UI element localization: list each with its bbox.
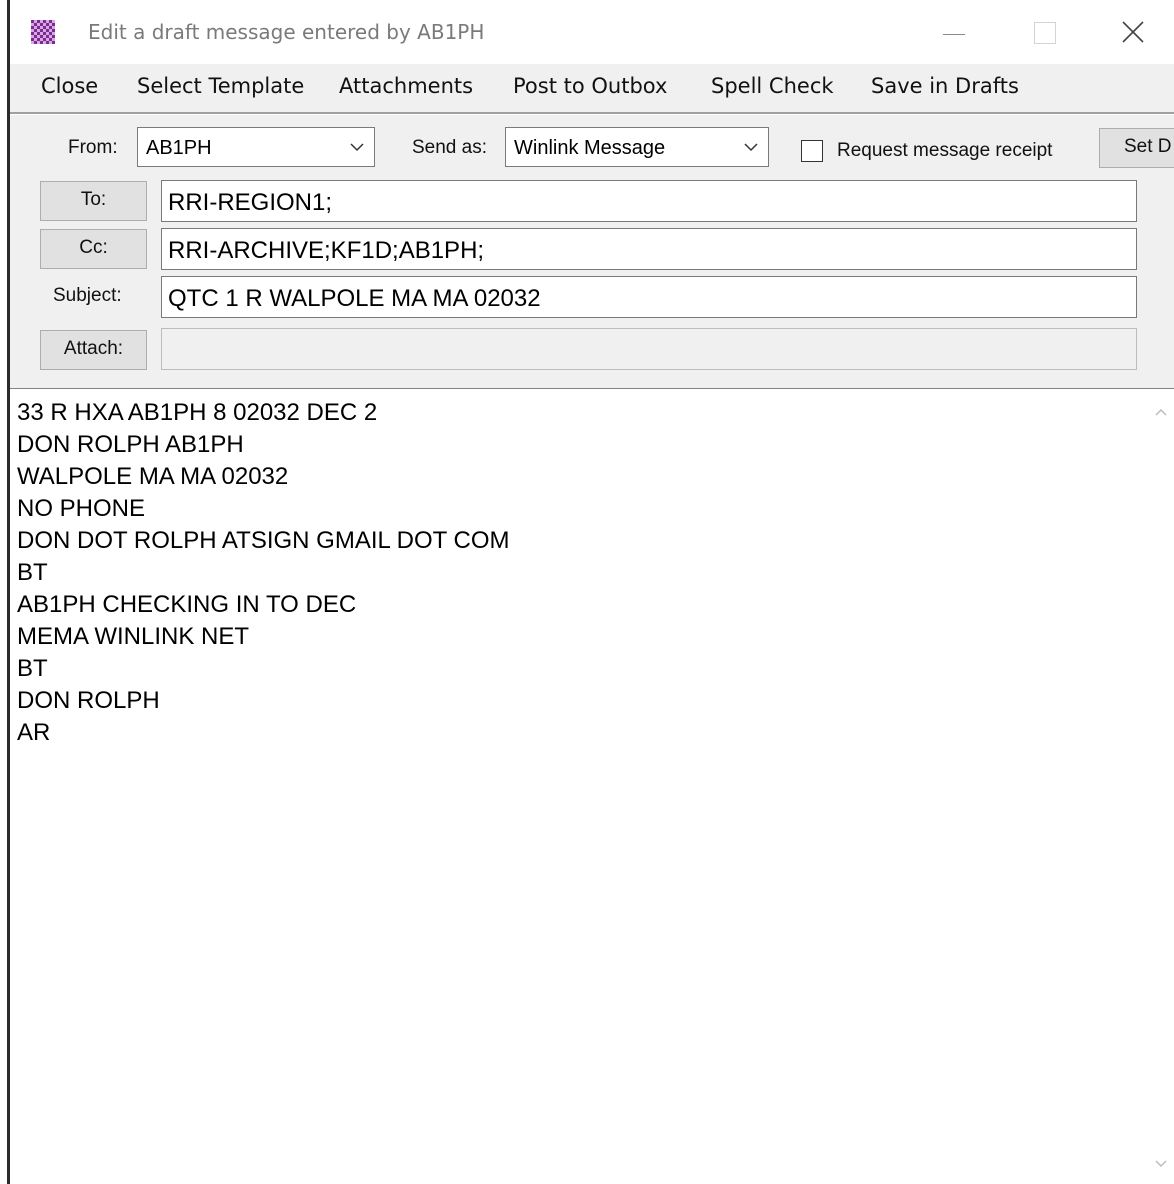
body-line: 33 R HXA AB1PH 8 02032 DEC 2 (17, 399, 378, 426)
body-line: WALPOLE MA MA 02032 (17, 463, 289, 490)
to-button-label: To: (80, 189, 107, 210)
from-value: AB1PH (146, 137, 212, 159)
to-field[interactable]: RRI-REGION1; (161, 180, 1137, 222)
message-body-text: 33 R HXA AB1PH 8 02032 DEC 2 DON ROLPH A… (17, 397, 510, 749)
menu-divider-highlight (10, 114, 1174, 115)
from-label: From: (68, 137, 118, 158)
minimize-icon[interactable] (910, 0, 1002, 64)
compose-window: Edit a draft message entered by AB1PH Cl… (10, 0, 1174, 1184)
menu-select-template[interactable]: Select Template (137, 74, 304, 98)
body-line: BT (17, 559, 48, 586)
body-line: BT (17, 655, 48, 682)
body-line: DON ROLPH AB1PH (17, 431, 244, 458)
body-line: NO PHONE (17, 495, 146, 522)
from-dropdown[interactable]: AB1PH (137, 127, 375, 167)
background-window-edge (0, 0, 10, 1184)
maximize-icon[interactable] (1000, 0, 1092, 64)
set-default-button-label: Set D (1124, 136, 1172, 157)
send-as-label: Send as: (412, 137, 487, 158)
send-as-value: Winlink Message (514, 137, 666, 159)
attach-button-label: Attach: (63, 338, 124, 359)
window-title: Edit a draft message entered by AB1PH (88, 20, 485, 44)
body-line: AB1PH CHECKING IN TO DEC (17, 591, 357, 618)
chevron-down-icon (350, 143, 364, 152)
close-icon[interactable] (1092, 0, 1174, 64)
menu-attachments[interactable]: Attachments (339, 74, 473, 98)
body-line: AR (17, 719, 51, 746)
attach-button[interactable]: Attach: (40, 330, 147, 370)
to-field-value: RRI-REGION1; (168, 189, 333, 216)
vertical-scrollbar[interactable] (1148, 389, 1174, 1184)
set-default-button[interactable]: Set D (1099, 128, 1174, 168)
menu-post-to-outbox[interactable]: Post to Outbox (513, 74, 667, 98)
body-line: DON ROLPH (17, 687, 160, 714)
request-receipt-label[interactable]: Request message receipt (837, 140, 1052, 162)
title-bar[interactable]: Edit a draft message entered by AB1PH (10, 0, 1174, 64)
menu-spell-check[interactable]: Spell Check (711, 74, 834, 98)
subject-field[interactable]: QTC 1 R WALPOLE MA MA 02032 (161, 276, 1137, 318)
cc-field[interactable]: RRI-ARCHIVE;KF1D;AB1PH; (161, 228, 1137, 270)
menu-bar: Close Select Template Attachments Post t… (10, 64, 1174, 112)
send-as-dropdown[interactable]: Winlink Message (505, 127, 769, 167)
cc-button[interactable]: Cc: (40, 229, 147, 269)
message-body-editor[interactable]: 33 R HXA AB1PH 8 02032 DEC 2 DON ROLPH A… (10, 388, 1174, 1184)
cc-field-value: RRI-ARCHIVE;KF1D;AB1PH; (168, 237, 485, 264)
scroll-up-arrow-icon[interactable] (1154, 407, 1168, 417)
menu-close[interactable]: Close (41, 74, 98, 98)
attach-field (161, 328, 1137, 370)
to-button[interactable]: To: (40, 181, 147, 221)
body-line: DON DOT ROLPH ATSIGN GMAIL DOT COM (17, 527, 510, 554)
subject-label: Subject: (53, 285, 122, 306)
winlink-checkerboard-icon (31, 20, 55, 44)
scroll-down-arrow-icon[interactable] (1154, 1159, 1168, 1169)
request-receipt-checkbox[interactable] (801, 140, 823, 162)
cc-button-label: Cc: (79, 237, 108, 258)
body-line: MEMA WINLINK NET (17, 623, 250, 650)
subject-field-value: QTC 1 R WALPOLE MA MA 02032 (168, 285, 541, 312)
menu-save-in-drafts[interactable]: Save in Drafts (871, 74, 1019, 98)
chevron-down-icon (744, 143, 758, 152)
